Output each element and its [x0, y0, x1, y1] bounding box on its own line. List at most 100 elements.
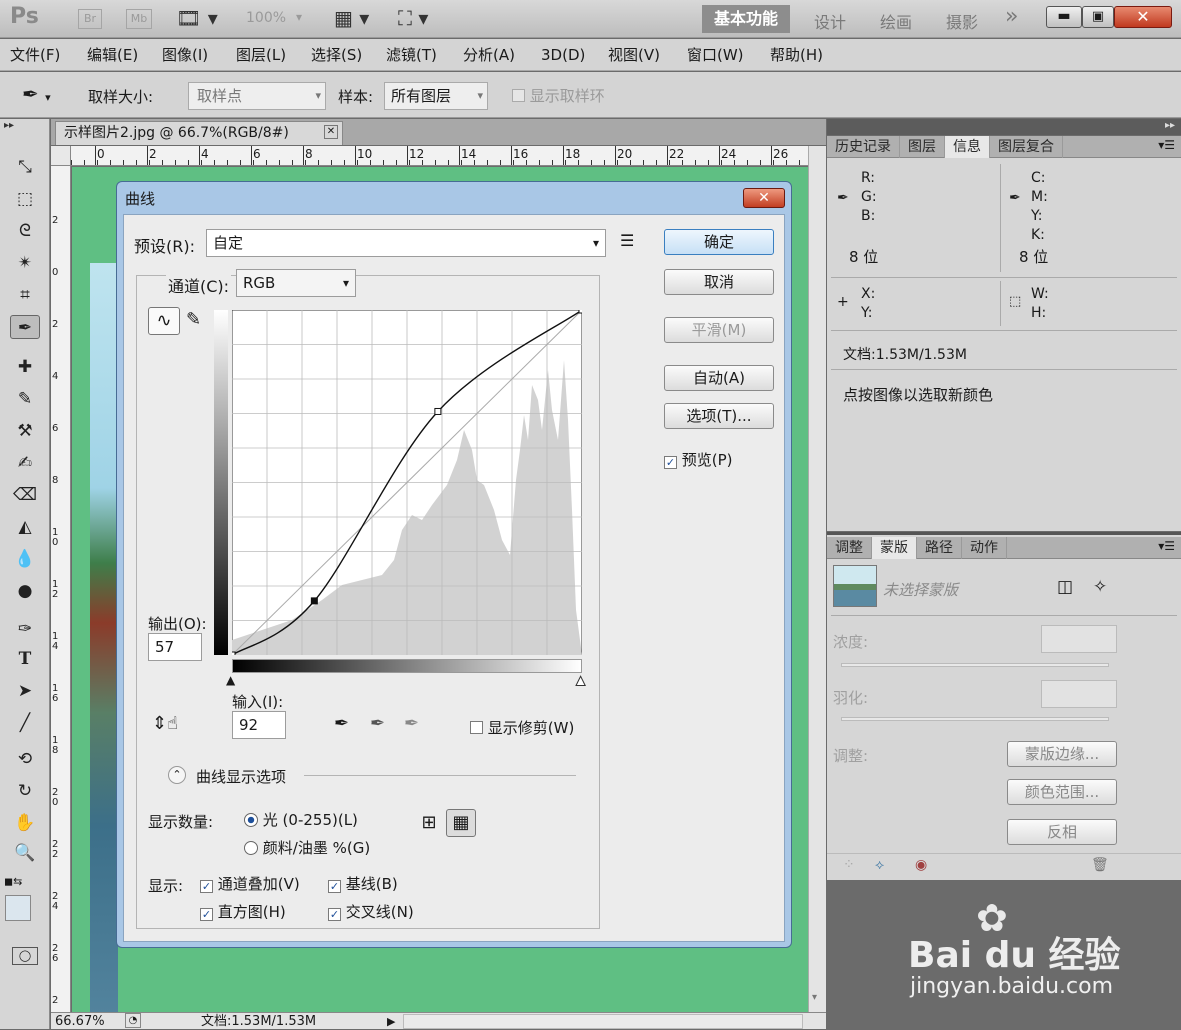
tab-actions[interactable]: 动作	[962, 537, 1007, 559]
gray-eyedropper-icon[interactable]: ✒	[370, 713, 385, 734]
scroll-down-icon[interactable]: ▾	[812, 992, 817, 1003]
vector-mask-icon[interactable]: ✧	[1093, 577, 1107, 597]
white-point-slider-icon[interactable]: ▲	[575, 673, 585, 688]
workspace-design[interactable]: 设计	[814, 9, 846, 33]
detailed-grid-icon[interactable]: ▦	[446, 809, 476, 837]
curve-point[interactable]	[434, 407, 442, 415]
history-brush-icon[interactable]: ✍	[10, 451, 40, 475]
feather-slider[interactable]	[841, 717, 1109, 721]
simple-grid-icon[interactable]: ⊞	[416, 811, 442, 837]
auto-button[interactable]: 自动(A)	[664, 365, 774, 391]
minimize-button[interactable]: ▬	[1046, 6, 1082, 28]
minibridge-button[interactable]: Mb	[126, 9, 152, 29]
tab-adjustments[interactable]: 调整	[827, 537, 872, 559]
ok-button[interactable]: 确定	[664, 229, 774, 255]
delete-mask-icon[interactable]: 🗑	[1091, 857, 1109, 873]
cancel-button[interactable]: 取消	[664, 269, 774, 295]
tab-layer-comps[interactable]: 图层复合	[990, 136, 1063, 158]
pixel-mask-icon[interactable]: ◫	[1057, 577, 1073, 597]
blur-tool-icon[interactable]: 💧	[10, 547, 40, 571]
curve-edit-icon[interactable]: ∿	[148, 307, 180, 335]
preset-select[interactable]: 自定 ▾	[206, 229, 606, 257]
menu-window[interactable]: 窗口(W)	[687, 39, 744, 71]
vertical-scrollbar[interactable]: ▾	[808, 146, 826, 1012]
dialog-close-button[interactable]: ✕	[743, 188, 785, 208]
zoom-level[interactable]: 100%	[246, 10, 286, 26]
disable-mask-icon[interactable]: ◉	[915, 857, 927, 873]
menu-filter[interactable]: 滤镜(T)	[386, 39, 437, 71]
healing-brush-icon[interactable]: ✚	[10, 355, 40, 379]
smooth-button[interactable]: 平滑(M)	[664, 317, 774, 343]
collapse-toolbox-icon[interactable]: ▸▸	[4, 120, 14, 131]
white-eyedropper-icon[interactable]: ✒	[404, 713, 419, 734]
color-range-button[interactable]: 颜色范围...	[1007, 779, 1117, 805]
3d-orbit-icon[interactable]: ↻	[10, 779, 40, 803]
eyedropper-tool-icon[interactable]: ✒	[10, 315, 40, 339]
preset-options-icon[interactable]: ☰	[620, 231, 634, 250]
density-slider[interactable]	[841, 663, 1109, 667]
3d-rotate-icon[interactable]: ⟲	[10, 747, 40, 771]
load-selection-icon[interactable]: ⁘	[843, 857, 855, 873]
menu-image[interactable]: 图像(I)	[162, 39, 208, 71]
horizontal-scrollbar[interactable]	[403, 1014, 803, 1029]
apply-mask-icon[interactable]: ⟡	[875, 857, 884, 873]
workspace-painting[interactable]: 绘画	[880, 9, 912, 33]
foreground-color-swatch[interactable]	[5, 895, 31, 921]
eraser-tool-icon[interactable]: ⌫	[10, 483, 40, 507]
close-window-button[interactable]: ✕	[1114, 6, 1172, 28]
tab-masks[interactable]: 蒙版	[872, 537, 917, 559]
feather-field[interactable]	[1041, 680, 1117, 708]
workspace-photography[interactable]: 摄影	[946, 9, 978, 33]
tab-layers[interactable]: 图层	[900, 136, 945, 158]
sample-size-select[interactable]: 取样点 ▾	[188, 82, 326, 110]
pencil-draw-icon[interactable]: ✎	[186, 309, 201, 330]
menu-analysis[interactable]: 分析(A)	[463, 39, 515, 71]
dodge-tool-icon[interactable]: ●	[10, 579, 40, 603]
show-clipping-checkbox[interactable]: 显示修剪(W)	[470, 717, 574, 738]
zoom-status[interactable]: 66.67%	[55, 1013, 105, 1030]
path-selection-icon[interactable]: ➤	[10, 679, 40, 703]
mask-edge-button[interactable]: 蒙版边缘...	[1007, 741, 1117, 767]
menu-3d[interactable]: 3D(D)	[541, 39, 585, 71]
zoom-dropdown-icon[interactable]: ▾	[296, 10, 302, 24]
default-colors-icon[interactable]: ◼⇆	[4, 875, 22, 888]
invert-button[interactable]: 反相	[1007, 819, 1117, 845]
status-menu-icon[interactable]: ▶	[387, 1013, 395, 1030]
tab-history[interactable]: 历史记录	[827, 136, 900, 158]
quick-mask-icon[interactable]: ◯	[12, 947, 38, 965]
menu-layer[interactable]: 图层(L)	[236, 39, 286, 71]
magic-wand-icon[interactable]: ✴	[10, 251, 40, 275]
menu-select[interactable]: 选择(S)	[311, 39, 362, 71]
output-field[interactable]: 57	[148, 633, 202, 661]
input-field[interactable]: 92	[232, 711, 286, 739]
close-tab-icon[interactable]: ✕	[324, 125, 338, 139]
menu-help[interactable]: 帮助(H)	[770, 39, 823, 71]
curve-point[interactable]	[578, 310, 582, 314]
tab-info[interactable]: 信息	[945, 136, 990, 158]
on-image-adjust-icon[interactable]: ⇕☝	[152, 713, 178, 734]
histogram-checkbox[interactable]: ✓ 直方图(H)	[200, 901, 286, 922]
black-eyedropper-icon[interactable]: ✒	[334, 713, 349, 734]
baseline-checkbox[interactable]: ✓ 基线(B)	[328, 873, 398, 894]
line-tool-icon[interactable]: ╱	[10, 711, 40, 735]
film-icon[interactable]: 🎞 ▾	[176, 6, 218, 30]
zoom-tool-icon[interactable]: 🔍	[10, 841, 40, 865]
lasso-tool-icon[interactable]: ᘓ	[10, 219, 40, 243]
workspace-essentials[interactable]: 基本功能	[702, 5, 790, 33]
bridge-button[interactable]: Br	[78, 9, 102, 29]
menu-file[interactable]: 文件(F)	[10, 39, 60, 71]
preview-checkbox[interactable]: ✓ 预览(P)	[664, 449, 733, 470]
collapse-dock-icon[interactable]: ▸▸	[1165, 120, 1175, 131]
channel-overlays-checkbox[interactable]: ✓ 通道叠加(V)	[200, 873, 300, 894]
clone-stamp-icon[interactable]: ⚒	[10, 419, 40, 443]
brush-tool-icon[interactable]: ✎	[10, 387, 40, 411]
curve-point[interactable]	[232, 651, 236, 655]
arrange-icon[interactable]: ▦ ▾	[334, 6, 369, 30]
panel-menu-icon[interactable]: ▾☰	[1158, 539, 1175, 553]
menu-view[interactable]: 视图(V)	[608, 39, 660, 71]
paint-bucket-icon[interactable]: ◭	[10, 515, 40, 539]
curves-graph[interactable]	[232, 310, 582, 655]
pen-tool-icon[interactable]: ✑	[10, 617, 40, 641]
density-field[interactable]	[1041, 625, 1117, 653]
collapse-options-icon[interactable]: ⌃	[168, 766, 186, 784]
